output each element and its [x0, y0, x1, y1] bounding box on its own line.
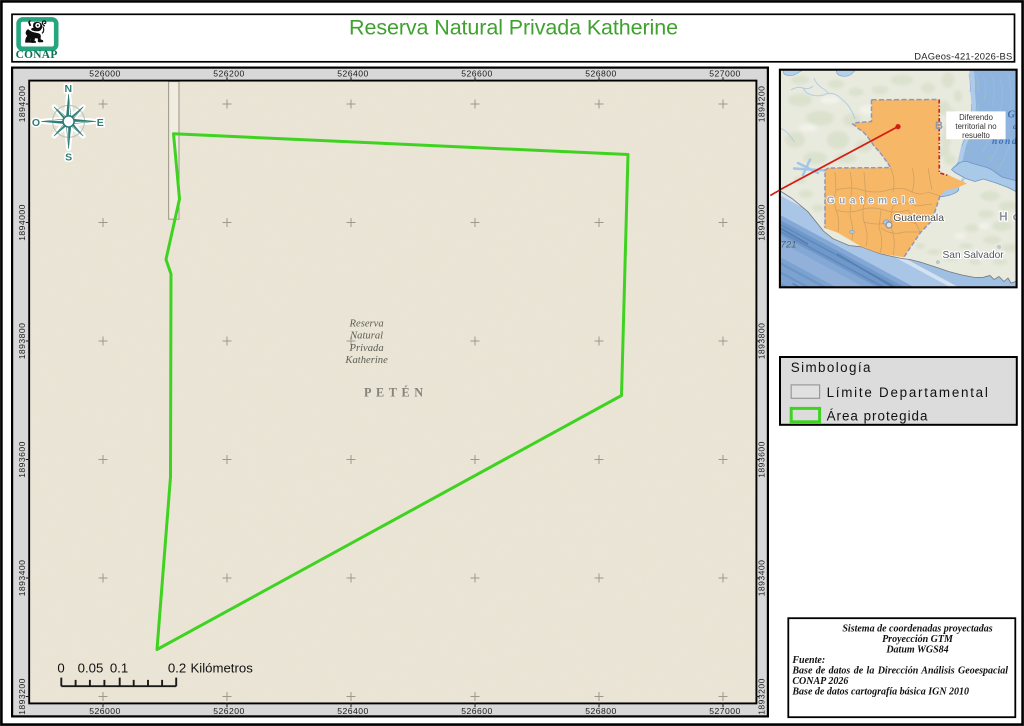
- svg-text:Base de datos cartografía bási: Base de datos cartografía básica IGN 201…: [791, 686, 969, 697]
- svg-text:Datum WGS84: Datum WGS84: [885, 644, 948, 655]
- svg-text:1893800: 1893800: [757, 323, 767, 360]
- svg-text:Reserva: Reserva: [349, 318, 384, 329]
- svg-text:Sistema de coordenadas proyect: Sistema de coordenadas proyectadas: [842, 623, 992, 634]
- svg-text:526400: 526400: [337, 69, 368, 79]
- svg-text:Katherine: Katherine: [344, 355, 388, 366]
- svg-text:526000: 526000: [89, 706, 120, 716]
- svg-text:526400: 526400: [337, 706, 368, 716]
- svg-text:0.05: 0.05: [78, 661, 104, 676]
- svg-text:1893800: 1893800: [17, 323, 27, 360]
- svg-text:0: 0: [57, 661, 64, 676]
- svg-text:1894000: 1894000: [757, 204, 767, 241]
- svg-text:526000: 526000: [89, 69, 120, 79]
- svg-text:Privada: Privada: [349, 343, 384, 354]
- svg-text:Guatemala: Guatemala: [893, 213, 944, 224]
- svg-text:Reserva Natural Privada Kather: Reserva Natural Privada Katherine: [349, 16, 678, 40]
- svg-text:N: N: [65, 83, 73, 95]
- svg-text:Fuente:: Fuente:: [791, 655, 825, 666]
- svg-text:526600: 526600: [461, 69, 492, 79]
- svg-text:1893600: 1893600: [17, 441, 27, 478]
- svg-text:PETÉN: PETÉN: [364, 385, 428, 399]
- svg-text:B: B: [935, 120, 943, 132]
- svg-text:E: E: [97, 117, 104, 129]
- svg-text:526800: 526800: [585, 706, 616, 716]
- svg-text:1893400: 1893400: [757, 560, 767, 597]
- svg-text:resuelto: resuelto: [962, 131, 990, 140]
- svg-text:DAGeos-421-2026-BS: DAGeos-421-2026-BS: [914, 51, 1012, 62]
- svg-text:Base de datos de la Dirección: Base de datos de la Dirección Análisis G…: [791, 665, 1008, 676]
- svg-text:526200: 526200: [213, 706, 244, 716]
- svg-text:526200: 526200: [213, 69, 244, 79]
- svg-text:1893400: 1893400: [17, 560, 27, 597]
- svg-text:527000: 527000: [709, 69, 740, 79]
- svg-text:526800: 526800: [585, 69, 616, 79]
- svg-text:S: S: [65, 151, 72, 163]
- svg-text:Natural: Natural: [349, 331, 383, 342]
- svg-text:1894000: 1894000: [17, 204, 27, 241]
- svg-text:CONAP: CONAP: [16, 49, 58, 61]
- svg-text:1893200: 1893200: [17, 678, 27, 715]
- svg-text:Área protegida: Área protegida: [827, 409, 929, 424]
- svg-text:O: O: [32, 117, 40, 129]
- svg-text:1894200: 1894200: [17, 86, 27, 123]
- svg-text:527000: 527000: [709, 706, 740, 716]
- svg-text:Kilómetros: Kilómetros: [191, 661, 254, 676]
- svg-text:1893600: 1893600: [757, 441, 767, 478]
- svg-text:0.1: 0.1: [110, 661, 128, 676]
- svg-text:Límite Departamental: Límite Departamental: [827, 385, 990, 400]
- svg-text:721: 721: [781, 240, 797, 251]
- svg-text:Proyección GTM: Proyección GTM: [882, 634, 954, 645]
- svg-text:526600: 526600: [461, 706, 492, 716]
- svg-text:San Salvador: San Salvador: [943, 250, 1005, 261]
- svg-text:CONAP 2026: CONAP 2026: [792, 676, 848, 687]
- svg-text:0.2: 0.2: [168, 661, 186, 676]
- svg-text:nond: nond: [992, 137, 1018, 147]
- svg-text:Diferendo: Diferendo: [959, 113, 993, 122]
- svg-text:Guatemala: Guatemala: [827, 196, 920, 207]
- svg-text:territorial no: territorial no: [955, 122, 997, 131]
- svg-text:1893200: 1893200: [757, 678, 767, 715]
- svg-text:1894200: 1894200: [757, 86, 767, 123]
- svg-text:Simbología: Simbología: [791, 360, 872, 375]
